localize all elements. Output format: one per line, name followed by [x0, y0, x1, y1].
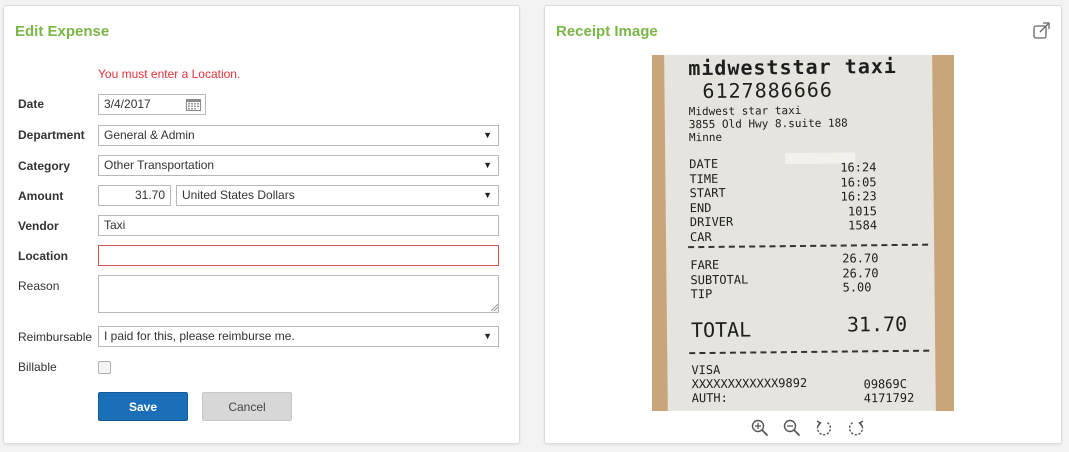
date-field[interactable]: 3/4/2017: [98, 94, 206, 115]
popout-icon[interactable]: [1033, 22, 1050, 39]
billable-label: Billable: [18, 360, 57, 374]
receipt-address: 3855 Old Hwy 8.suite 188: [688, 116, 848, 132]
billable-checkbox[interactable]: [98, 361, 111, 374]
currency-select[interactable]: United States Dollars ▼: [176, 185, 499, 206]
reimbursable-select[interactable]: I paid for this, please reimburse me. ▼: [98, 326, 499, 347]
chevron-down-icon: ▼: [483, 160, 492, 170]
receipt-image: midweststar taxi 6127886666 Midwest star…: [652, 55, 954, 411]
receipt-label-fare: FARE: [690, 257, 720, 273]
receipt-info-labels: DATE TIME START END DRIVER CAR: [689, 157, 733, 244]
date-label: Date: [18, 97, 45, 111]
reimbursable-label: Reimbursable: [18, 330, 93, 344]
rotate-left-icon[interactable]: [815, 419, 833, 437]
receipt-auth-block: 09869C 4171792: [863, 376, 915, 406]
location-error-message: You must enter a Location.: [98, 67, 241, 81]
receipt-card-block: VISA XXXXXXXXXXXX9892 AUTH:: [691, 362, 807, 405]
panel-title-receipt-image: Receipt Image: [556, 23, 658, 40]
receipt-value-fare: 26.70: [842, 251, 879, 266]
cancel-button[interactable]: Cancel: [202, 392, 292, 421]
receipt-total-label: TOTAL: [690, 317, 752, 343]
receipt-info-values: 16:24 16:05 16:23 1015 1584: [840, 160, 877, 233]
receipt-card-type: VISA: [691, 362, 721, 378]
receipt-auth-extra: 4171792: [863, 390, 915, 406]
receipt-total-value: 31.70: [846, 311, 908, 337]
receipt-divider: [689, 349, 930, 355]
receipt-image-panel: Receipt Image midweststar taxi 612788666…: [544, 5, 1062, 444]
rotate-right-icon[interactable]: [847, 419, 865, 437]
chevron-down-icon: ▼: [483, 331, 492, 341]
chevron-down-icon: ▼: [483, 190, 492, 200]
receipt-phone: 6127886666: [702, 77, 834, 104]
receipt-label-end: END: [689, 200, 712, 215]
amount-label: Amount: [18, 189, 64, 203]
receipt-label-car: CAR: [689, 229, 712, 244]
receipt-value-time: 16:24: [840, 160, 877, 175]
receipt-value-car: 1584: [848, 218, 878, 233]
receipt-value-driver: 1015: [847, 203, 877, 218]
vendor-input[interactable]: Taxi: [98, 215, 499, 236]
receipt-auth-code: 09869C: [863, 376, 907, 392]
zoom-in-icon[interactable]: [751, 419, 769, 437]
department-select[interactable]: General & Admin ▼: [98, 125, 499, 146]
receipt-value-start: 16:05: [840, 174, 877, 190]
date-value: 3/4/2017: [104, 97, 151, 111]
receipt-paper: midweststar taxi 6127886666 Midwest star…: [664, 55, 936, 411]
calendar-icon[interactable]: [186, 98, 201, 111]
receipt-label-time: TIME: [689, 171, 719, 186]
amount-input[interactable]: 31.70: [98, 185, 171, 206]
receipt-label-subtotal: SUBTOTAL: [690, 272, 749, 287]
receipt-auth-label: AUTH:: [691, 390, 728, 406]
panel-title-edit-expense: Edit Expense: [15, 23, 110, 40]
category-value: Other Transportation: [104, 158, 215, 172]
location-input[interactable]: [98, 245, 499, 266]
receipt-divider: [688, 243, 929, 249]
department-value: General & Admin: [104, 128, 195, 142]
receipt-card-number: XXXXXXXXXXXX9892: [691, 375, 808, 392]
receipt-amount-labels: FARE SUBTOTAL TIP: [690, 258, 748, 302]
reason-label: Reason: [18, 279, 60, 293]
receipt-header: midweststar taxi: [688, 55, 898, 81]
receipt-city: Minne: [688, 130, 723, 145]
save-button[interactable]: Save: [98, 392, 188, 421]
reimbursable-value: I paid for this, please reimburse me.: [104, 329, 295, 343]
department-label: Department: [18, 128, 85, 142]
receipt-label-driver: DRIVER: [689, 214, 734, 230]
receipt-label-date: DATE: [689, 156, 719, 172]
category-label: Category: [18, 159, 71, 173]
receipt-amount-values: 26.70 26.70 5.00: [842, 251, 879, 295]
receipt-label-start: START: [689, 185, 726, 201]
edit-expense-panel: Edit Expense You must enter a Location. …: [3, 5, 520, 444]
vendor-label: Vendor: [18, 219, 59, 233]
location-label: Location: [18, 249, 68, 263]
category-select[interactable]: Other Transportation ▼: [98, 155, 499, 176]
currency-value: United States Dollars: [182, 188, 295, 202]
zoom-out-icon[interactable]: [783, 419, 801, 437]
receipt-company-name: Midwest star taxi: [688, 103, 802, 119]
receipt-value-tip: 5.00: [842, 280, 872, 295]
receipt-label-tip: TIP: [690, 286, 713, 302]
resize-handle-icon[interactable]: [491, 304, 498, 311]
receipt-value-subtotal: 26.70: [842, 265, 879, 281]
chevron-down-icon: ▼: [483, 130, 492, 140]
receipt-value-end: 16:23: [840, 189, 877, 204]
reason-textarea[interactable]: [98, 275, 499, 313]
